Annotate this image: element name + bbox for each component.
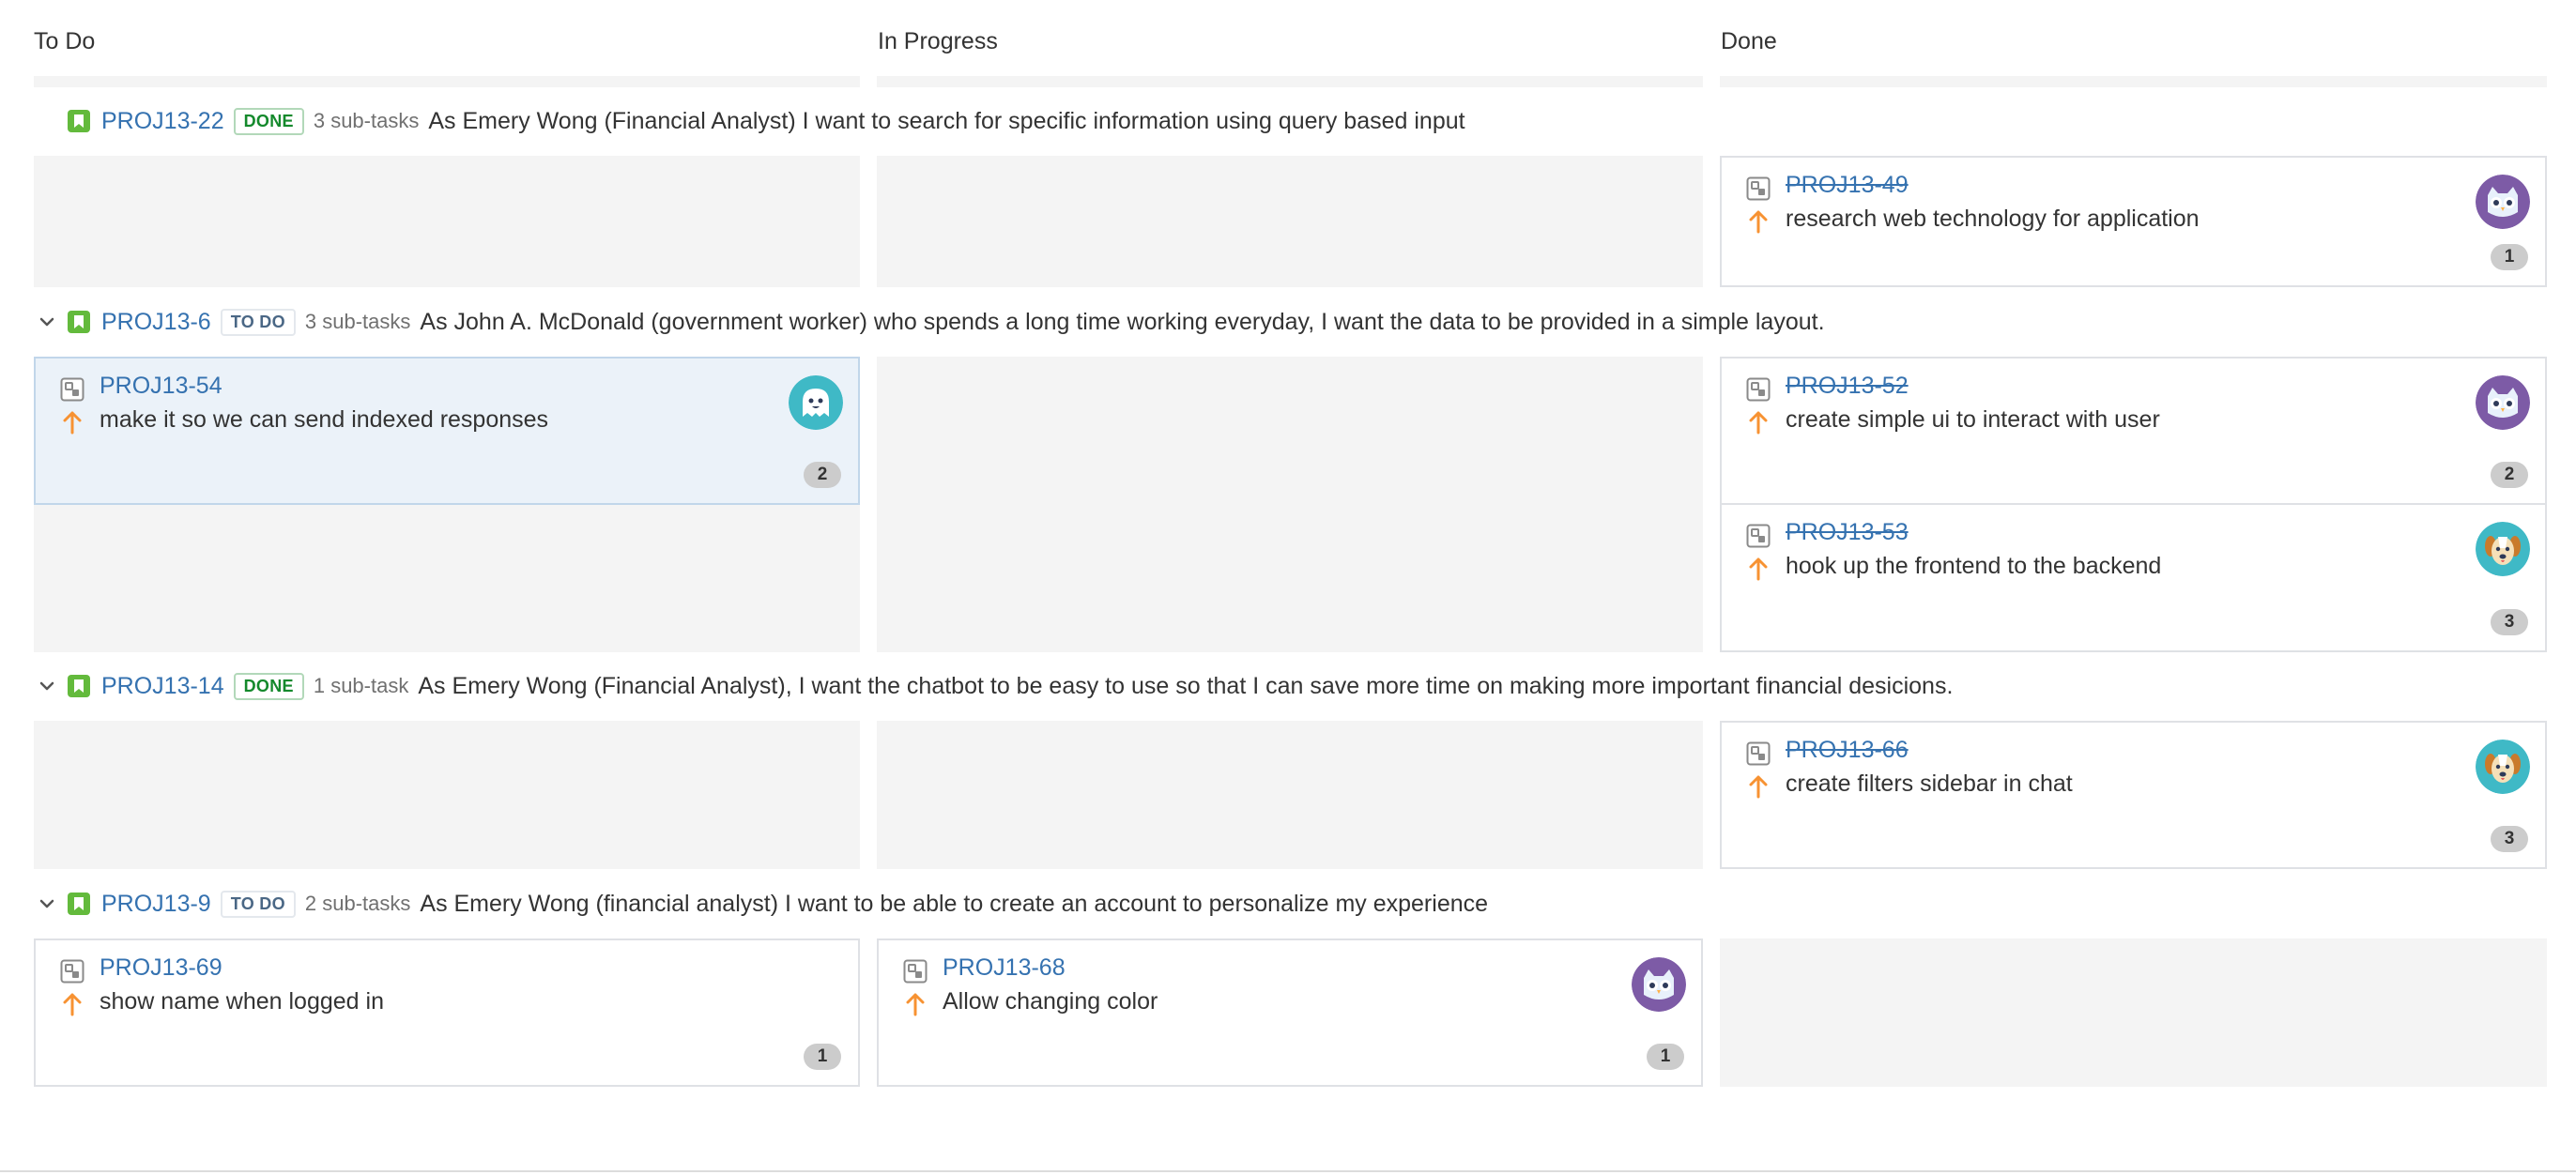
subtask-key-link[interactable]: PROJ13-49: [1786, 172, 1909, 199]
estimate-badge: 1: [1647, 1044, 1684, 1070]
story-summary: As Emery Wong (Financial Analyst) I want…: [428, 107, 1465, 134]
subtask-key-link[interactable]: PROJ13-54: [100, 373, 222, 400]
story-icon: [68, 893, 90, 915]
priority-high-arrow-icon: [1748, 410, 1769, 435]
subtask-icon: [1746, 524, 1771, 548]
swimlane-header[interactable]: PROJ13-9 TO DO 2 sub-tasks As Emery Wong…: [34, 880, 1488, 927]
board-bottom-divider: [0, 1170, 2576, 1172]
subtask-icon: [903, 959, 928, 984]
estimate-badge: 3: [2491, 826, 2528, 852]
subtask-key-link[interactable]: PROJ13-66: [1786, 737, 1909, 764]
story-key-link[interactable]: PROJ13-6: [101, 309, 211, 336]
story-summary: As Emery Wong (Financial Analyst), I wan…: [418, 672, 1954, 699]
story-key-link[interactable]: PROJ13-9: [101, 891, 211, 918]
subtask-icon: [60, 959, 84, 984]
status-badge: TO DO: [220, 890, 296, 918]
chevron-down-icon[interactable]: [34, 680, 60, 692]
assignee-avatar[interactable]: [2476, 375, 2530, 430]
assignee-avatar[interactable]: [789, 375, 843, 430]
status-badge: DONE: [233, 672, 304, 700]
subtask-summary: show name when logged in: [100, 988, 384, 1015]
subtask-summary: hook up the frontend to the backend: [1786, 553, 2162, 579]
status-badge: TO DO: [220, 308, 296, 336]
story-key-link[interactable]: PROJ13-14: [101, 673, 224, 700]
column-cell-todo: [34, 156, 860, 287]
subtask-card[interactable]: PROJ13-69 show name when logged in 1: [34, 938, 860, 1087]
column-cell-todo: [34, 721, 860, 869]
subtask-card[interactable]: PROJ13-66 create filters sidebar in chat…: [1720, 721, 2547, 869]
story-summary: As John A. McDonald (government worker) …: [420, 308, 1825, 335]
subtask-card[interactable]: PROJ13-53 hook up the frontend to the ba…: [1720, 503, 2547, 652]
estimate-badge: 1: [2491, 244, 2528, 270]
swimlane-header[interactable]: PROJ13-6 TO DO 3 sub-tasks As John A. Mc…: [34, 298, 1825, 345]
status-badge: DONE: [233, 107, 304, 135]
subtask-summary: create filters sidebar in chat: [1786, 771, 2073, 797]
column-cell-done: [1720, 938, 2547, 1087]
subtask-count: 3 sub-tasks: [313, 109, 420, 132]
assignee-avatar[interactable]: [2476, 522, 2530, 576]
owl-avatar-icon: [2476, 175, 2530, 229]
chevron-down-icon[interactable]: [34, 898, 60, 909]
story-icon: [68, 311, 90, 333]
subtask-summary: make it so we can send indexed responses: [100, 406, 549, 433]
column-top-strip-todo: [34, 76, 860, 87]
owl-avatar-icon: [2476, 375, 2530, 430]
subtask-summary: research web technology for application: [1786, 206, 2200, 232]
subtask-key-link[interactable]: PROJ13-52: [1786, 373, 1909, 400]
subtask-key-link[interactable]: PROJ13-69: [100, 954, 222, 982]
subtask-icon: [1746, 176, 1771, 201]
priority-high-arrow-icon: [62, 992, 83, 1016]
assignee-avatar[interactable]: [1632, 957, 1686, 1012]
subtask-icon: [1746, 377, 1771, 402]
subtask-summary: Allow changing color: [943, 988, 1158, 1015]
story-icon: [68, 675, 90, 697]
swimlane-header[interactable]: PROJ13-14 DONE 1 sub-task As Emery Wong …: [34, 663, 1953, 710]
chevron-down-icon[interactable]: [34, 316, 60, 328]
story-key-link[interactable]: PROJ13-22: [101, 108, 224, 135]
story-summary: As Emery Wong (financial analyst) I want…: [420, 890, 1489, 917]
ghost-avatar-icon: [789, 375, 843, 430]
subtask-key-link[interactable]: PROJ13-53: [1786, 519, 1909, 546]
estimate-badge: 2: [804, 462, 841, 488]
estimate-badge: 1: [804, 1044, 841, 1070]
dog-avatar-icon: [2476, 522, 2530, 576]
subtask-card[interactable]: PROJ13-49 research web technology for ap…: [1720, 156, 2547, 287]
subtask-count: 1 sub-task: [313, 674, 409, 697]
estimate-badge: 2: [2491, 462, 2528, 488]
story-icon: [68, 110, 90, 132]
subtask-summary: create simple ui to interact with user: [1786, 406, 2160, 433]
assignee-avatar[interactable]: [2476, 175, 2530, 229]
priority-high-arrow-icon: [905, 992, 926, 1016]
column-top-strip-done: [1720, 76, 2547, 87]
dog-avatar-icon: [2476, 740, 2530, 794]
estimate-badge: 3: [2491, 609, 2528, 635]
column-header-done: Done: [1721, 28, 1777, 54]
column-top-strip-in-progress: [877, 76, 1703, 87]
subtask-card[interactable]: PROJ13-68 Allow changing color 1: [877, 938, 1703, 1087]
column-header-in-progress: In Progress: [878, 28, 998, 54]
column-cell-in-progress: [877, 156, 1703, 287]
swimlane-header[interactable]: PROJ13-22 DONE 3 sub-tasks As Emery Wong…: [34, 98, 1465, 145]
owl-avatar-icon: [1632, 957, 1686, 1012]
priority-high-arrow-icon: [1748, 209, 1769, 234]
subtask-count: 3 sub-tasks: [304, 310, 411, 333]
priority-high-arrow-icon: [62, 410, 83, 435]
priority-high-arrow-icon: [1748, 557, 1769, 581]
column-header-todo: To Do: [34, 28, 96, 54]
priority-high-arrow-icon: [1748, 774, 1769, 799]
subtask-icon: [60, 377, 84, 402]
subtask-key-link[interactable]: PROJ13-68: [943, 954, 1066, 982]
assignee-avatar[interactable]: [2476, 740, 2530, 794]
subtask-card[interactable]: PROJ13-52 create simple ui to interact w…: [1720, 357, 2547, 505]
subtask-icon: [1746, 741, 1771, 766]
subtask-card[interactable]: PROJ13-54 make it so we can send indexed…: [34, 357, 860, 505]
subtask-count: 2 sub-tasks: [304, 892, 411, 915]
column-cell-in-progress: [877, 357, 1703, 652]
column-cell-in-progress: [877, 721, 1703, 869]
